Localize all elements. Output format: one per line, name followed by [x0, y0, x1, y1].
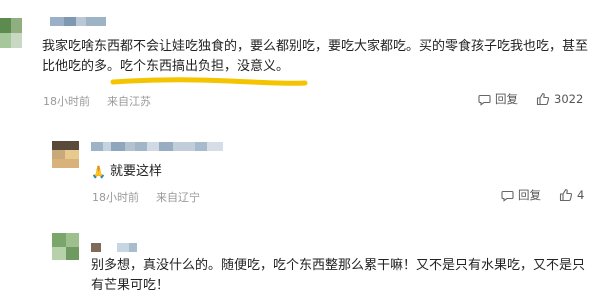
thumbs-up-icon — [559, 188, 573, 202]
like-count: 3022 — [554, 92, 584, 106]
comment-text: 🙏 就要这样 — [91, 162, 162, 182]
comment-bubble-icon — [478, 93, 491, 106]
username-masked[interactable] — [91, 243, 137, 252]
reply-label: 回复 — [495, 92, 518, 106]
comment-meta: 18小时前 来自江苏 — [43, 93, 151, 109]
like-button[interactable]: 3022 — [536, 92, 583, 106]
like-count: 4 — [577, 188, 585, 202]
reply-button[interactable]: 回复 — [501, 187, 541, 203]
comment-text: 我家吃啥东西都不会让娃吃独食的，要么都别吃，要吃大家都吃。买的零食孩子吃我也吃，… — [42, 37, 594, 77]
like-button[interactable]: 4 — [559, 188, 584, 202]
thumbs-up-icon — [536, 92, 550, 106]
username-masked[interactable] — [91, 142, 223, 151]
comment-time: 18小时前 — [43, 95, 90, 108]
reply-button[interactable]: 回复 — [478, 91, 518, 107]
username-masked[interactable] — [50, 17, 106, 26]
comment-text-line: 有芒果可吃！ — [91, 278, 170, 293]
avatar[interactable] — [52, 141, 79, 168]
avatar[interactable] — [0, 18, 22, 48]
reply-label: 回复 — [518, 188, 541, 202]
comment-location: 来自江苏 — [107, 95, 151, 108]
avatar[interactable] — [52, 233, 79, 260]
comment-location: 来自辽宁 — [156, 191, 200, 204]
comment-text-line: 别多想，真没什么的。随便吃，吃个东西整那么累干嘛！又不是只有水果吃，又不是只 — [91, 258, 586, 273]
comment-time: 18小时前 — [92, 191, 139, 204]
comment-bubble-icon — [501, 189, 514, 202]
praying-hands-icon: 🙏 — [91, 165, 106, 179]
comment-actions: 回复 3022 — [478, 91, 583, 107]
comment-meta: 18小时前 来自辽宁 — [92, 189, 200, 205]
comment-text-line: 我家吃啥东西都不会让娃吃独食的，要么都别吃，要吃大家都吃。买的零食孩子吃我也吃，… — [42, 39, 589, 54]
comment-actions: 回复 4 — [501, 187, 584, 203]
comment-text-line: 就要这样 — [109, 164, 162, 179]
highlight-underline — [110, 77, 308, 86]
comment-text: 别多想，真没什么的。随便吃，吃个东西整那么累干嘛！又不是只有水果吃，又不是只 有… — [91, 256, 594, 296]
